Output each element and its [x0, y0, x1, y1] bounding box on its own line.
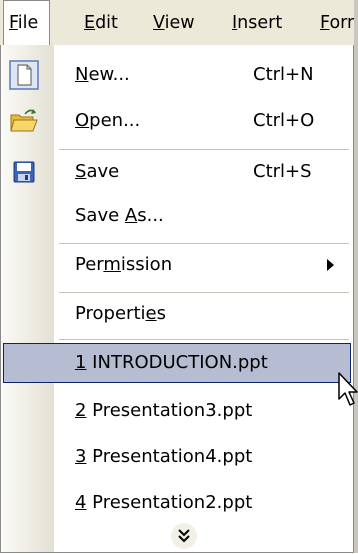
recent-file-2[interactable]: 2 Presentation3.ppt — [1, 391, 353, 431]
menu-item-permission[interactable]: Permission — [1, 245, 353, 285]
menu-label: View — [153, 13, 195, 33]
menu-edit[interactable]: Edit — [84, 0, 118, 46]
menu-view[interactable]: View — [153, 0, 195, 46]
menu-item-label: Open... — [75, 110, 141, 131]
menu-label: Edit — [84, 13, 118, 33]
open-folder-icon — [9, 106, 39, 136]
menu-shadow — [354, 0, 358, 553]
recent-file-4[interactable]: 4 Presentation2.ppt — [1, 483, 353, 523]
menu-item-shortcut: Ctrl+N — [253, 64, 314, 85]
menu-item-new[interactable]: New... Ctrl+N — [1, 55, 353, 95]
recent-file-1[interactable]: 1 INTRODUCTION.ppt — [3, 343, 351, 383]
submenu-arrow-icon — [327, 259, 334, 271]
menu-label: Insert — [232, 13, 283, 33]
menu-item-label: Permission — [75, 254, 173, 275]
menu-item-label: 3 Presentation4.ppt — [75, 446, 253, 467]
menu-separator — [59, 149, 349, 150]
recent-file-3[interactable]: 3 Presentation4.ppt — [1, 437, 353, 477]
menu-label: Form — [320, 13, 358, 33]
menu-bar: File Edit View Insert Form — [0, 0, 358, 47]
menu-separator — [59, 243, 349, 244]
menu-label: File — [9, 13, 39, 33]
file-menu: New... Ctrl+N Open... Ctrl+O Save Ctrl+S… — [0, 45, 354, 553]
menu-item-label: Save As... — [75, 205, 164, 226]
menu-item-save-as[interactable]: Save As... — [1, 196, 353, 236]
menu-separator — [59, 292, 349, 293]
menu-item-label: New... — [75, 64, 130, 85]
mouse-cursor-icon — [338, 372, 358, 406]
menu-item-label: Properties — [75, 303, 166, 324]
menu-item-label: 2 Presentation3.ppt — [75, 400, 253, 421]
expand-menu-button[interactable] — [1, 519, 353, 553]
menu-separator — [59, 339, 349, 340]
menu-item-shortcut: Ctrl+S — [253, 161, 312, 182]
new-document-icon — [9, 60, 39, 90]
menu-format[interactable]: Form — [320, 0, 358, 46]
menu-item-shortcut: Ctrl+O — [253, 110, 315, 131]
menu-item-label: 4 Presentation2.ppt — [75, 492, 253, 513]
menu-item-properties[interactable]: Properties — [1, 294, 353, 334]
save-disk-icon — [9, 157, 39, 187]
menu-item-label: 1 INTRODUCTION.ppt — [75, 352, 268, 373]
menu-item-open[interactable]: Open... Ctrl+O — [1, 101, 353, 141]
menu-insert[interactable]: Insert — [232, 0, 282, 46]
double-chevron-down-icon — [171, 523, 197, 549]
menu-item-save[interactable]: Save Ctrl+S — [1, 152, 353, 192]
menu-item-label: Save — [75, 161, 120, 182]
menu-file[interactable]: File — [3, 0, 50, 46]
